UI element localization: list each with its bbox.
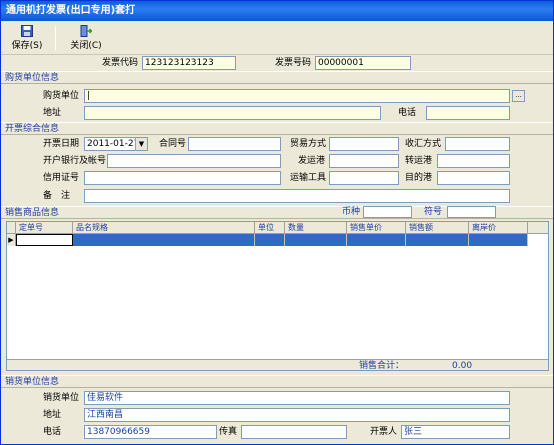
payment-method-label: 收汇方式 <box>405 139 442 149</box>
currency-label: 币种 <box>342 207 361 217</box>
buyer-lookup-button[interactable]: ... <box>512 90 525 102</box>
ship-from-label: 发运港 <box>298 156 326 166</box>
buyer-unit-label: 购货单位 <box>43 91 80 101</box>
remark-label: 备 注 <box>43 191 71 201</box>
bank-account-label: 开户银行及帐号 <box>43 156 107 166</box>
issue-date-value: 2011-01-27 <box>87 139 140 149</box>
trade-mode-label: 贸易方式 <box>290 139 327 149</box>
symbol-label: 符号 <box>424 207 443 217</box>
invoice-window: 通用机打发票(出口专用)套打 保存(S) 关闭(C) 发票代码 12312312… <box>0 0 554 445</box>
contract-field[interactable] <box>188 137 281 151</box>
grid-footer: 销售合计： 0.00 <box>7 359 548 371</box>
exit-door-icon <box>80 25 92 37</box>
invoice-code-label: 发票代码 <box>102 58 139 68</box>
column-header-sales-amount[interactable]: 销售额 <box>406 222 469 234</box>
trade-mode-field[interactable] <box>329 137 399 151</box>
save-button[interactable]: 保存(S) <box>7 24 47 52</box>
column-header-quantity[interactable]: 数量 <box>285 222 347 234</box>
transfer-port-label: 转运港 <box>405 156 433 166</box>
invoice-code-field[interactable]: 123123123123 <box>142 56 236 70</box>
table-row[interactable]: ▶ <box>7 234 548 246</box>
grid-corner <box>7 222 16 234</box>
seller-address-label: 地址 <box>43 410 62 420</box>
table-cell-quantity[interactable] <box>285 234 347 246</box>
toolbar-separator <box>55 26 56 50</box>
sales-section-title: 销售商品信息 <box>5 208 60 218</box>
seller-section-header: 销货单位信息 <box>1 375 553 388</box>
table-cell-product[interactable] <box>73 234 255 246</box>
sales-total-value: 0.00 <box>452 361 473 371</box>
issue-date-label: 开票日期 <box>43 139 80 149</box>
ship-from-field[interactable] <box>329 154 399 168</box>
grid-header: 定单号 品名规格 单位 数量 销售单价 销售额 离岸价 <box>7 222 548 234</box>
table-cell-unit[interactable] <box>255 234 285 246</box>
buyer-unit-field[interactable]: | <box>84 89 510 103</box>
buyer-phone-label: 电话 <box>398 108 417 118</box>
seller-unit-field[interactable]: 佳易软件 <box>84 391 510 405</box>
seller-address-field[interactable]: 江西南昌 <box>84 408 510 422</box>
credit-no-field[interactable] <box>84 171 281 185</box>
transfer-port-field[interactable] <box>437 154 510 168</box>
column-header-product[interactable]: 品名规格 <box>73 222 255 234</box>
buyer-phone-field[interactable] <box>426 106 510 120</box>
column-header-fob-price[interactable]: 离岸价 <box>469 222 528 234</box>
transport-label: 运输工具 <box>290 173 327 183</box>
currency-field[interactable] <box>363 206 412 218</box>
buyer-section-header: 购货单位信息 <box>1 71 553 84</box>
bank-account-field[interactable] <box>107 154 281 168</box>
toolbar: 保存(S) 关闭(C) <box>1 21 553 55</box>
seller-phone-field[interactable]: 13870966659 <box>84 425 217 439</box>
table-cell-sales-amount[interactable] <box>406 234 469 246</box>
sales-total-label: 销售合计： <box>359 361 405 371</box>
column-header-unit-price[interactable]: 销售单价 <box>347 222 406 234</box>
transport-field[interactable] <box>329 171 399 185</box>
sales-grid[interactable]: 定单号 品名规格 单位 数量 销售单价 销售额 离岸价 ▶ 销售合计： 0.00 <box>6 221 549 371</box>
table-cell-order-no[interactable] <box>16 234 73 246</box>
table-cell-unit-price[interactable] <box>347 234 406 246</box>
row-indicator: ▶ <box>7 234 16 246</box>
payment-method-field[interactable] <box>445 137 510 151</box>
dest-port-label: 目的港 <box>405 173 433 183</box>
drawer-label: 开票人 <box>370 427 398 437</box>
invoice-no-label: 发票号码 <box>275 58 312 68</box>
buyer-address-field[interactable] <box>84 106 381 120</box>
table-cell-fob-price[interactable] <box>469 234 528 246</box>
window-title: 通用机打发票(出口专用)套打 <box>6 5 136 16</box>
issue-date-picker[interactable]: 2011-01-27 ▼ <box>84 137 148 151</box>
column-header-unit[interactable]: 单位 <box>255 222 285 234</box>
invoice-no-field[interactable]: 00000001 <box>315 56 411 70</box>
column-header-order-no[interactable]: 定单号 <box>16 222 73 234</box>
seller-fax-field[interactable] <box>241 425 347 439</box>
seller-unit-label: 销货单位 <box>43 393 80 403</box>
contract-label: 合同号 <box>159 139 187 149</box>
close-button[interactable]: 关闭(C) <box>65 24 107 52</box>
save-button-label: 保存(S) <box>11 41 43 51</box>
remark-field[interactable] <box>84 189 510 203</box>
chevron-down-icon[interactable]: ▼ <box>135 138 147 150</box>
invoice-info-section-header: 开票综合信息 <box>1 122 553 135</box>
seller-phone-label: 电话 <box>43 427 62 437</box>
floppy-disk-icon <box>21 25 33 37</box>
symbol-field[interactable] <box>447 206 496 218</box>
title-bar: 通用机打发票(出口专用)套打 <box>1 1 553 21</box>
dest-port-field[interactable] <box>437 171 510 185</box>
close-button-label: 关闭(C) <box>70 41 102 51</box>
seller-fax-label: 传真 <box>219 427 238 437</box>
buyer-address-label: 地址 <box>43 108 62 118</box>
credit-no-label: 信用证号 <box>43 173 80 183</box>
drawer-field[interactable]: 张三 <box>401 425 510 439</box>
